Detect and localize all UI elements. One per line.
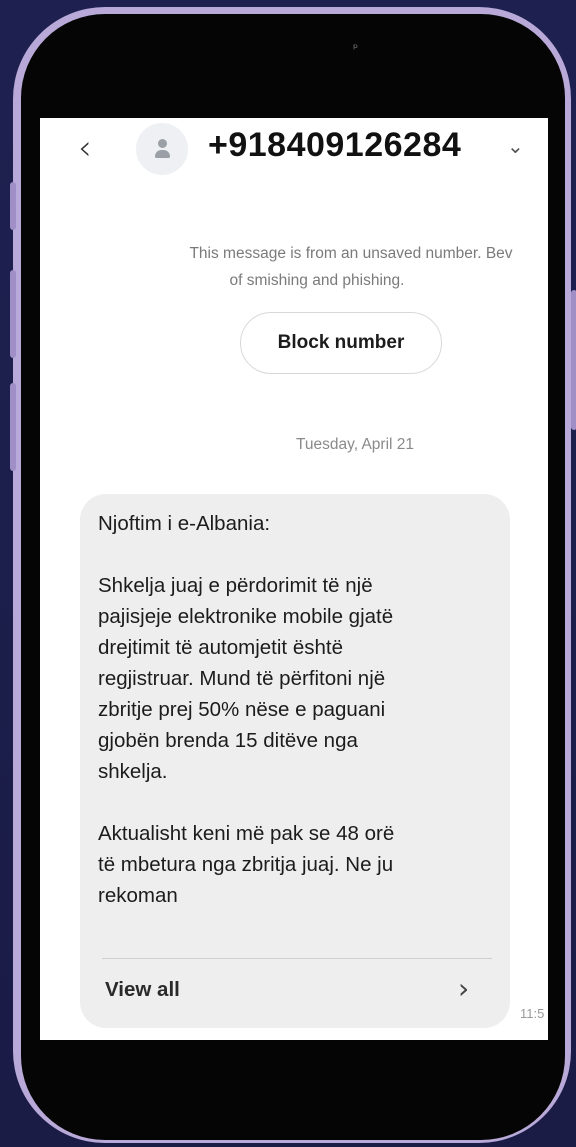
message-bubble[interactable]: Njoftim i e-Albania: Shkelja juaj e përd… (80, 494, 510, 1028)
avatar-head (158, 139, 167, 148)
warning-line-1: This message is from an unsaved number. … (189, 245, 513, 262)
volume-up-button (10, 270, 16, 358)
chevron-right-icon[interactable]: › (458, 972, 469, 1005)
chevron-down-icon[interactable]: ⌄ (507, 134, 524, 158)
view-all-link[interactable]: View all (105, 978, 180, 1002)
contact-number[interactable]: +918409126284 (208, 126, 461, 165)
contact-avatar-icon[interactable] (136, 123, 188, 175)
avatar-shoulders (155, 150, 170, 158)
block-number-button[interactable]: Block number (240, 312, 442, 374)
messages-screen: ‹ +918409126284 ⌄ This message is from a… (40, 118, 548, 1040)
message-text: Njoftim i e-Albania: Shkelja juaj e përd… (98, 512, 395, 907)
volume-down-button (10, 383, 16, 471)
bubble-divider (102, 958, 492, 959)
action-button (10, 182, 16, 230)
date-separator: Tuesday, April 21 (295, 436, 415, 453)
power-button (571, 290, 576, 430)
front-camera-icon: ᵖ (353, 41, 359, 55)
warning-line-2: of smishing and phishing. (229, 272, 405, 289)
message-timestamp: 11:5 (520, 1006, 545, 1021)
back-icon[interactable]: ‹ (78, 128, 106, 168)
unsaved-number-warning: This message is from an unsaved number. … (116, 240, 548, 294)
